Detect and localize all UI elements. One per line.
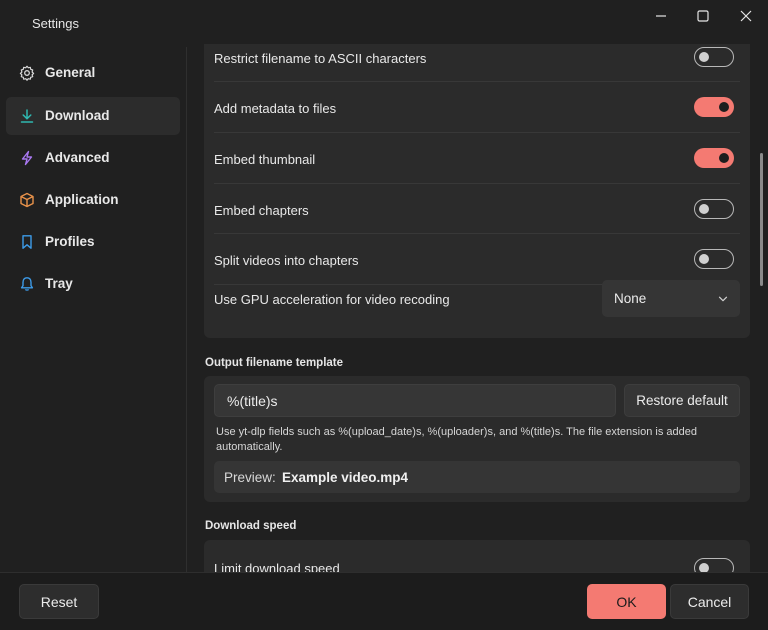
sidebar-item-label: Application bbox=[45, 192, 119, 207]
filename-preview: Preview: Example video.mp4 bbox=[214, 461, 740, 493]
option-row-split-chapters: Split videos into chapters bbox=[214, 234, 740, 285]
split-chapters-toggle[interactable] bbox=[694, 249, 734, 269]
sidebar-item-label: Download bbox=[45, 108, 110, 123]
minimize-button[interactable] bbox=[641, 6, 681, 26]
option-row-embed-chapters: Embed chapters bbox=[214, 184, 740, 235]
embed-chapters-toggle[interactable] bbox=[694, 199, 734, 219]
limit-speed-toggle[interactable] bbox=[694, 558, 734, 572]
sidebar-item-advanced[interactable]: Advanced bbox=[6, 139, 180, 177]
sidebar-item-download[interactable]: Download bbox=[6, 97, 180, 135]
option-label: Restrict filename to ASCII characters bbox=[214, 51, 427, 66]
preview-label: Preview: bbox=[224, 470, 276, 485]
box-icon bbox=[18, 191, 36, 209]
ok-button[interactable]: OK bbox=[587, 584, 666, 619]
gpu-acceleration-select[interactable]: None bbox=[602, 280, 740, 317]
minimize-icon bbox=[656, 15, 666, 17]
sidebar-item-label: General bbox=[45, 65, 96, 80]
lightning-icon bbox=[18, 149, 36, 167]
sidebar-item-label: Tray bbox=[45, 276, 73, 291]
section-title-template: Output filename template bbox=[205, 357, 344, 369]
download-speed-card: Limit download speed bbox=[204, 540, 750, 572]
embed-thumbnail-toggle[interactable] bbox=[694, 148, 734, 168]
add-metadata-toggle[interactable] bbox=[694, 97, 734, 117]
section-title-speed: Download speed bbox=[205, 520, 297, 532]
option-label: Add metadata to files bbox=[214, 101, 337, 116]
option-row-embed-thumbnail: Embed thumbnail bbox=[214, 133, 740, 184]
sidebar-item-tray[interactable]: Tray bbox=[6, 265, 180, 303]
filename-template-card: Restore default Use yt-dlp fields such a… bbox=[204, 376, 750, 502]
bell-icon bbox=[18, 275, 36, 293]
close-button[interactable] bbox=[726, 6, 766, 26]
gpu-acceleration-label: Use GPU acceleration for video recoding bbox=[214, 292, 450, 307]
dialog-footer: Reset OK Cancel bbox=[0, 572, 768, 630]
download-icon bbox=[18, 107, 36, 125]
close-icon bbox=[740, 10, 752, 22]
chevron-down-icon bbox=[718, 296, 728, 302]
title-bar: Settings bbox=[0, 0, 768, 44]
sidebar-item-profiles[interactable]: Profiles bbox=[6, 223, 180, 261]
maximize-icon bbox=[697, 10, 709, 22]
gear-icon bbox=[18, 64, 36, 82]
filename-template-input[interactable] bbox=[214, 384, 616, 417]
option-row-add-metadata: Add metadata to files bbox=[214, 82, 740, 133]
sidebar-item-label: Profiles bbox=[45, 234, 95, 249]
option-label: Embed thumbnail bbox=[214, 152, 316, 167]
option-label: Embed chapters bbox=[214, 203, 309, 218]
option-label: Split videos into chapters bbox=[214, 253, 359, 268]
preview-value: Example video.mp4 bbox=[282, 470, 409, 485]
limit-speed-label: Limit download speed bbox=[214, 561, 340, 572]
filename-template-field[interactable] bbox=[215, 385, 615, 416]
scrollbar-thumb[interactable] bbox=[760, 153, 763, 286]
restrict-ascii-toggle[interactable] bbox=[694, 47, 734, 67]
restore-default-button[interactable]: Restore default bbox=[624, 384, 740, 417]
download-settings-panel: Restrict filename to ASCII characters Ad… bbox=[187, 44, 768, 572]
select-value: None bbox=[614, 291, 647, 306]
template-hint: Use yt-dlp fields such as %(upload_date)… bbox=[216, 426, 697, 453]
sidebar-item-general[interactable]: General bbox=[6, 54, 180, 92]
maximize-button[interactable] bbox=[683, 6, 723, 26]
sidebar-item-label: Advanced bbox=[45, 150, 110, 165]
download-options-card: Restrict filename to ASCII characters Ad… bbox=[204, 44, 750, 338]
sidebar-item-application[interactable]: Application bbox=[6, 181, 180, 219]
reset-button[interactable]: Reset bbox=[19, 584, 99, 619]
window-title: Settings bbox=[32, 16, 79, 31]
option-row-restrict-ascii: Restrict filename to ASCII characters bbox=[214, 44, 740, 85]
bookmark-icon bbox=[18, 233, 36, 251]
cancel-button[interactable]: Cancel bbox=[670, 584, 749, 619]
